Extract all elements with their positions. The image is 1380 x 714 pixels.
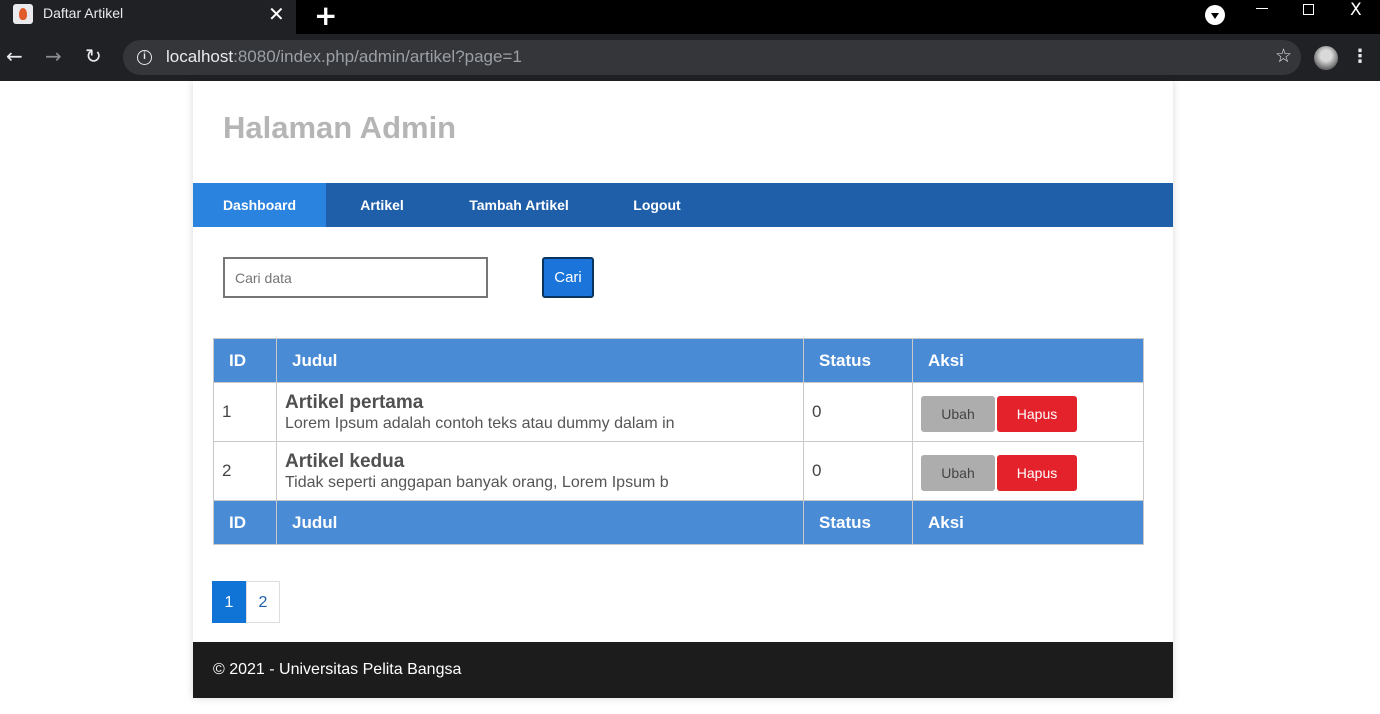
table-footer-row: ID Judul Status Aksi	[213, 500, 1144, 545]
table-row: 2 Artikel kedua Tidak seperti anggapan b…	[213, 441, 1144, 501]
header-status: Status	[803, 338, 913, 383]
row-id: 1	[213, 382, 277, 442]
page-footer: © 2021 - Universitas Pelita Bangsa	[193, 642, 1173, 698]
row-id: 2	[213, 441, 277, 501]
header-aksi: Aksi	[912, 338, 1144, 383]
row-judul: Artikel kedua Tidak seperti anggapan ban…	[276, 441, 804, 501]
browser-menu-icon[interactable]: ⋮	[1351, 46, 1369, 67]
footer-aksi: Aksi	[912, 500, 1144, 545]
nav-item-artikel[interactable]: Artikel	[348, 183, 416, 227]
profile-indicator-icon[interactable]	[1205, 5, 1225, 25]
footer-id: ID	[213, 500, 277, 545]
reload-icon[interactable]: ↻	[85, 44, 102, 68]
row-status: 0	[803, 441, 913, 501]
row-status: 0	[803, 382, 913, 442]
page-link-1[interactable]: 1	[212, 581, 246, 623]
page-container: Halaman Admin Dashboard Artikel Tambah A…	[193, 81, 1173, 698]
footer-status: Status	[803, 500, 913, 545]
nav-item-tambah-artikel[interactable]: Tambah Artikel	[461, 183, 577, 227]
tab-close-icon[interactable]: ✕	[268, 2, 285, 26]
browser-tab-strip: Daftar Artikel ✕ + X	[0, 0, 1380, 34]
forward-arrow-icon[interactable]: →	[45, 44, 62, 68]
footer-judul: Judul	[276, 500, 804, 545]
delete-button[interactable]: Hapus	[997, 455, 1077, 491]
codeigniter-favicon-icon	[13, 4, 33, 24]
main-nav: Dashboard Artikel Tambah Artikel Logout	[193, 183, 1173, 227]
search-button[interactable]: Cari	[542, 257, 594, 298]
page-title: Halaman Admin	[223, 110, 457, 145]
nav-item-dashboard[interactable]: Dashboard	[193, 183, 326, 227]
url-host: localhost	[166, 47, 234, 66]
row-judul: Artikel pertama Lorem Ipsum adalah conto…	[276, 382, 804, 442]
bookmark-star-icon[interactable]: ☆	[1275, 45, 1292, 67]
close-window-icon[interactable]: X	[1350, 0, 1362, 20]
article-excerpt: Tidak seperti anggapan banyak orang, Lor…	[285, 473, 669, 491]
search-input[interactable]	[223, 257, 488, 298]
minimize-window-icon[interactable]	[1256, 8, 1268, 9]
delete-button[interactable]: Hapus	[997, 396, 1077, 432]
articles-table: ID Judul Status Aksi 1 Artikel pertama L…	[213, 338, 1144, 545]
table-header-row: ID Judul Status Aksi	[213, 338, 1144, 383]
nav-item-logout[interactable]: Logout	[625, 183, 689, 227]
table-row: 1 Artikel pertama Lorem Ipsum adalah con…	[213, 382, 1144, 442]
back-arrow-icon[interactable]: ←	[6, 44, 23, 68]
article-excerpt: Lorem Ipsum adalah contoh teks atau dumm…	[285, 414, 675, 432]
address-bar[interactable]: i localhost:8080/index.php/admin/artikel…	[123, 40, 1301, 75]
url-text[interactable]: localhost:8080/index.php/admin/artikel?p…	[166, 47, 522, 67]
url-path: :8080/index.php/admin/artikel?page=1	[233, 47, 522, 66]
tab-title: Daftar Artikel	[43, 5, 124, 21]
row-actions: Ubah Hapus	[912, 382, 1144, 442]
site-info-icon[interactable]: i	[137, 50, 152, 65]
browser-toolbar: ← → ↻ i localhost:8080/index.php/admin/a…	[0, 34, 1380, 81]
row-actions: Ubah Hapus	[912, 441, 1144, 501]
article-title: Artikel pertama	[285, 391, 424, 413]
browser-tab[interactable]: Daftar Artikel ✕	[0, 0, 296, 34]
restore-window-icon[interactable]	[1303, 4, 1314, 15]
user-avatar[interactable]	[1314, 46, 1338, 70]
edit-button[interactable]: Ubah	[921, 455, 995, 491]
page-link-2[interactable]: 2	[246, 581, 280, 623]
new-tab-icon[interactable]: +	[314, 0, 337, 32]
edit-button[interactable]: Ubah	[921, 396, 995, 432]
article-title: Artikel kedua	[285, 450, 405, 472]
header-id: ID	[213, 338, 277, 383]
header-judul: Judul	[276, 338, 804, 383]
